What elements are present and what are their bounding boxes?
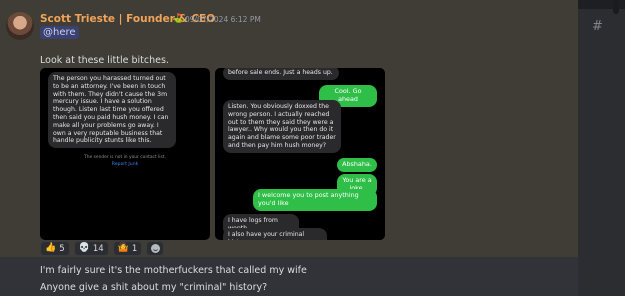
person-shrug-icon: 🤷 xyxy=(117,243,129,253)
attachment-image-left[interactable]: The person you harassed turned out to be… xyxy=(40,68,210,240)
followup-message: I'm fairly sure it's the motherfuckers t… xyxy=(40,265,307,276)
role-badge-icon: ⛳ xyxy=(172,14,184,24)
followup-message: Anyone give a shit about my "criminal" h… xyxy=(40,282,268,293)
chat-area: Scott Trieste | Founder & CEO ⛳ 09/07/20… xyxy=(0,0,578,296)
reaction-bar: 👍 5 💀 14 🤷 1 xyxy=(40,241,165,256)
sms-bubble: before sale ends. Just a heads up. xyxy=(223,68,339,80)
scrollbar-handle[interactable] xyxy=(613,0,619,14)
attachment-image-right[interactable]: before sale ends. Just a heads up. Cool.… xyxy=(215,68,385,240)
reaction-count: 14 xyxy=(92,243,104,254)
right-topbar xyxy=(578,0,625,14)
avatar[interactable] xyxy=(6,12,34,40)
thumbs-up-icon: 👍 xyxy=(45,243,57,253)
timestamp: 09/07/2024 6:12 PM xyxy=(185,15,261,24)
report-junk-link: Report Junk xyxy=(111,162,139,167)
reaction-thumbs-up[interactable]: 👍 5 xyxy=(40,241,70,256)
sms-bubble-sent: I welcome you to post anything you'd lik… xyxy=(253,189,377,211)
mention-here[interactable]: @here xyxy=(40,26,79,39)
sms-bubble: Listen. You obviously doxxed the wrong p… xyxy=(223,100,341,153)
add-reaction-icon xyxy=(150,244,160,253)
reaction-skull[interactable]: 💀 14 xyxy=(73,241,109,256)
reaction-count: 1 xyxy=(131,243,138,254)
skull-icon: 💀 xyxy=(78,243,90,253)
sms-bubble: The person you harassed turned out to be… xyxy=(48,72,176,149)
right-panel: # xyxy=(578,0,625,296)
unknown-sender-notice: The sender is not in your contact list. xyxy=(84,155,166,160)
sms-bubble: I also have your criminal history xyxy=(223,228,327,240)
add-reaction-button[interactable] xyxy=(146,241,165,256)
message-text: Look at these little bitches. xyxy=(40,55,169,66)
sms-bubble-sent: Abshaha. xyxy=(337,158,377,172)
reaction-person-shrug[interactable]: 🤷 1 xyxy=(112,241,143,256)
reaction-count: 5 xyxy=(59,243,65,254)
channel-hash-icon: # xyxy=(592,19,603,34)
